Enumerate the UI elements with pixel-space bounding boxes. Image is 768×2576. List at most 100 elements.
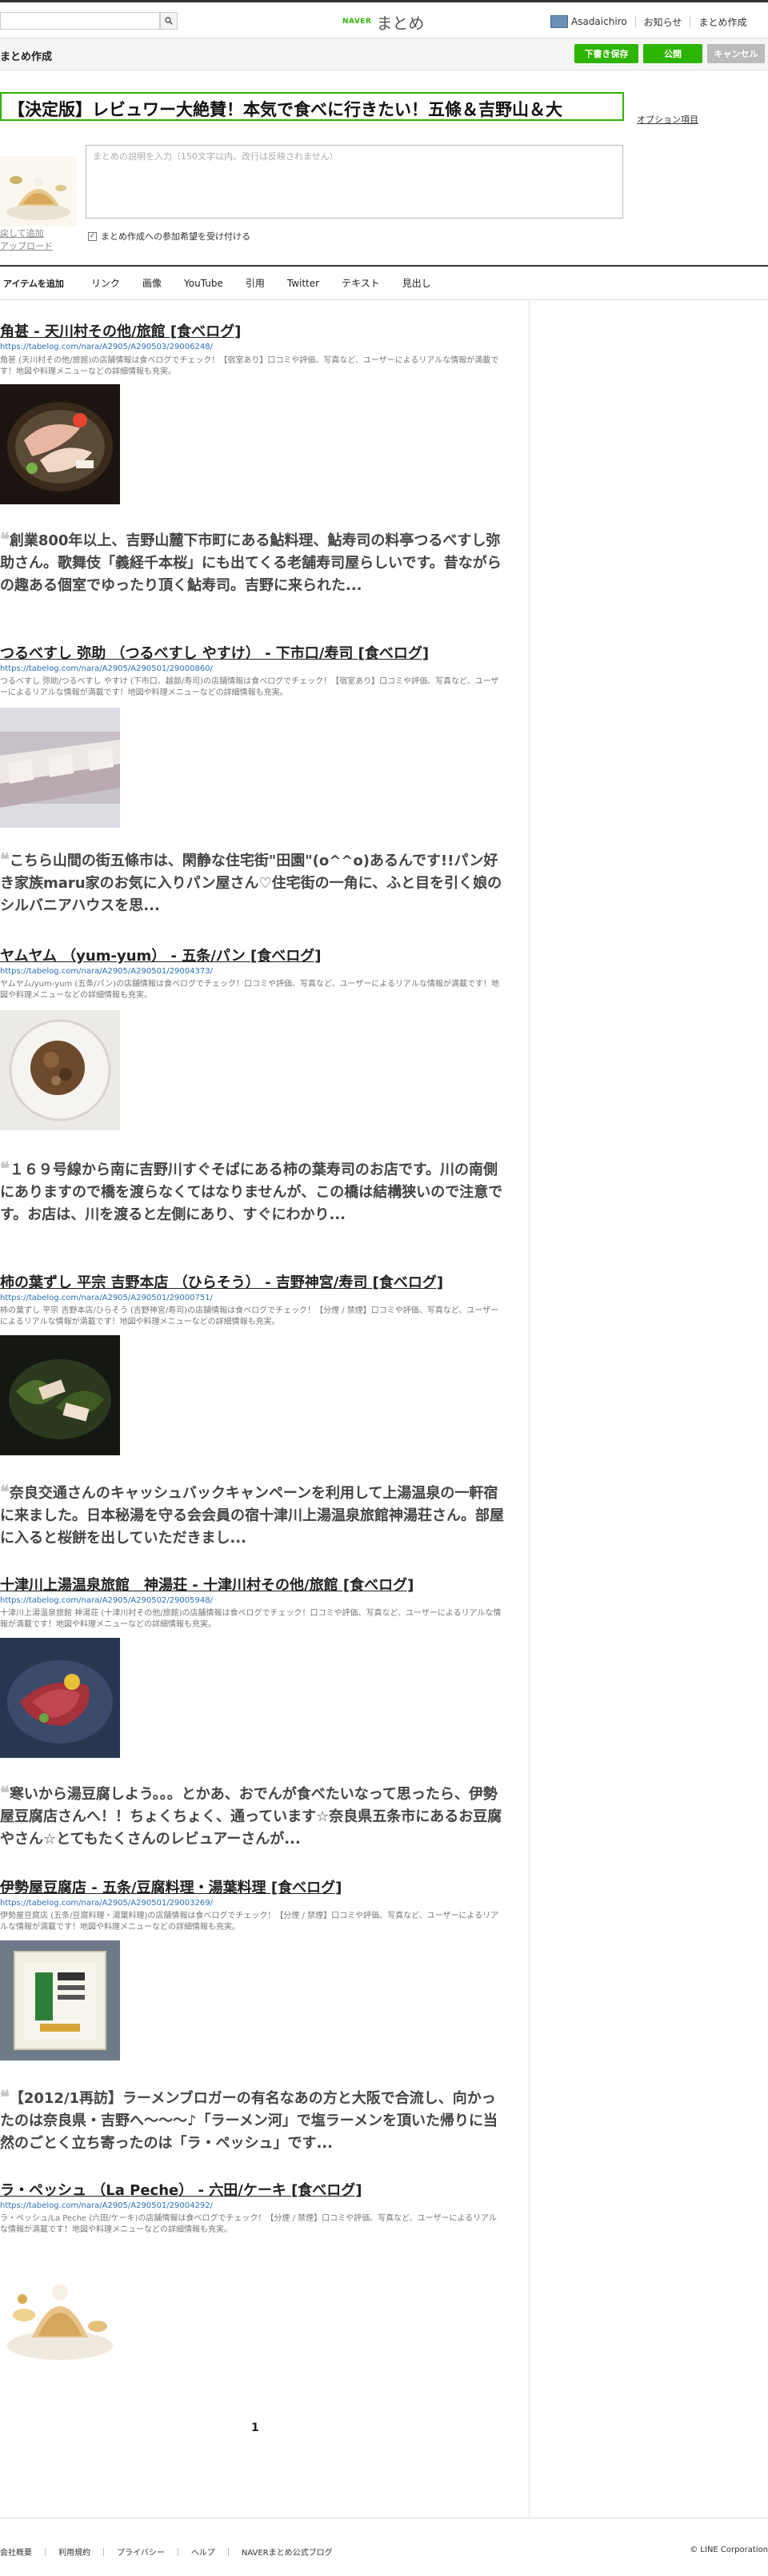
quote-text: １６９号線から南に吉野川すぐそばにある柿の葉寿司のお店です。川の南側にありますの…: [0, 1162, 503, 1223]
link-item-description: 柿の葉ずし 平宗 吉野本店/ひらそう (吉野神宮/寿司)の店舗情報は食べログでチ…: [0, 1306, 499, 1326]
footer-link-help[interactable]: ヘルプ: [191, 2546, 228, 2558]
link-item-url[interactable]: https://tabelog.com/nara/A2905/A290501/2…: [0, 1294, 213, 1302]
link-item-title[interactable]: つるべすし 弥助 （つるべすし やすけ） - 下市口/寿司 [食べログ]: [0, 642, 429, 663]
search-input[interactable]: [0, 12, 160, 30]
footer-link-blog[interactable]: NAVERまとめ公式ブログ: [242, 2546, 346, 2558]
add-image-tool[interactable]: 画像: [142, 276, 162, 290]
thumbnail-revert-link[interactable]: 戻して追加: [0, 227, 53, 240]
link-item-thumbnail[interactable]: [0, 1335, 120, 1455]
link-item-url[interactable]: https://tabelog.com/nara/A2905/A290502/2…: [0, 1596, 213, 1605]
option-items-link[interactable]: オプション項目: [637, 113, 698, 126]
link-item-title[interactable]: ヤムヤム （yum-yum） - 五条/パン [食べログ]: [0, 945, 321, 965]
site-logo[interactable]: NAVER まとめ: [342, 12, 425, 33]
pagination-current-page[interactable]: 1: [251, 2422, 259, 2434]
quote-item: ❝奈良交通さんのキャッシュバックキャンペーンを利用して上湯温泉の一軒宿に来ました…: [0, 1481, 504, 1550]
divider: [45, 2547, 46, 2556]
quote-text: 寒いから湯豆腐しよう。。。とかあ、おでんが食べたいなって思ったら、伊勢屋豆腐店さ…: [0, 1786, 502, 1848]
divider: [227, 2547, 229, 2556]
publish-button[interactable]: 公開: [643, 44, 702, 63]
link-item-description: ヤムヤム/yum-yum (五条/パン)の店舗情報は食べログでチェック！口コミや…: [0, 980, 499, 1000]
bread-photo: [0, 1010, 120, 1130]
description-textarea[interactable]: まとめの説明を入力（150文字以内。改行は反映されません）: [86, 145, 623, 219]
column-divider: [529, 300, 530, 2518]
create-matome-link[interactable]: まとめ作成: [698, 15, 746, 29]
cover-thumbnail[interactable]: [0, 156, 77, 227]
cancel-button[interactable]: キャンセル: [707, 44, 765, 63]
add-link-tool[interactable]: リンク: [91, 276, 120, 290]
quote-text: 奈良交通さんのキャッシュバックキャンペーンを利用して上湯温泉の一軒宿に来ました。…: [0, 1485, 504, 1547]
quote-text: 【2012/1再訪】ラーメンブロガーの有名なあの方と大阪で合流し、向かったのは奈…: [0, 2090, 498, 2152]
thumbnail-actions: 戻して追加 アップロード: [0, 227, 53, 253]
notifications-link[interactable]: お知らせ: [644, 15, 682, 29]
tofu-package-photo: [0, 1940, 120, 2060]
logo-matome: まとめ: [376, 13, 425, 33]
sashimi-photo: [0, 384, 120, 504]
link-item-description: ラ・ペッシュ/La Peche (六田/ケーキ)の店舗情報は食べログでチェック！…: [0, 2214, 498, 2234]
link-item-description: つるべすし 弥助/つるべすし やすけ (下市口、越部/寿司)の店舗情報は食べログ…: [0, 677, 499, 697]
divider: [103, 2547, 104, 2556]
username-link[interactable]: Asadaichiro: [571, 16, 627, 27]
link-item-title[interactable]: 角甚 - 天川村その他/旅館 [食べログ]: [0, 320, 241, 341]
footer-link-privacy[interactable]: プライバシー: [117, 2546, 178, 2558]
link-item-thumbnail[interactable]: [0, 384, 120, 504]
cake-photo: [0, 2251, 120, 2371]
link-item-thumbnail[interactable]: [0, 1010, 120, 1130]
thumbnail-upload-link[interactable]: アップロード: [0, 240, 53, 253]
link-item-thumbnail[interactable]: [0, 2251, 120, 2371]
add-text-tool[interactable]: テキスト: [342, 276, 380, 290]
quote-mark-icon: ❝: [0, 2087, 10, 2108]
quote-item: ❝寒いから湯豆腐しよう。。。とかあ、おでんが食べたいなって思ったら、伊勢屋豆腐店…: [0, 1782, 504, 1851]
link-item-url[interactable]: https://tabelog.com/nara/A2905/A290501/2…: [0, 967, 213, 976]
copyright: © LINE Corporation: [690, 2546, 768, 2554]
matome-title-input[interactable]: 【決定版】レビュワー大絶賛！本気で食べに行きたい！五條＆吉野山＆大: [0, 92, 624, 121]
quote-mark-icon: ❝: [0, 849, 10, 870]
link-item-title[interactable]: 伊勢屋豆腐店 - 五条/豆腐料理・湯葉料理 [食べログ]: [0, 1876, 342, 1897]
link-item-description: 十津川上湯温泉旅館 神湯荘 (十津川村その他/旅館)の店舗情報は食べログでチェッ…: [0, 1609, 502, 1629]
save-draft-button[interactable]: 下書き保存: [574, 44, 638, 63]
link-item-thumbnail[interactable]: [0, 1940, 120, 2060]
user-menu: Asadaichiro お知らせ まとめ作成: [550, 12, 746, 31]
link-item-url[interactable]: https://tabelog.com/nara/A2905/A290501/2…: [0, 1899, 213, 1908]
link-item-url[interactable]: https://tabelog.com/nara/A2905/A290503/2…: [0, 343, 213, 351]
kakinoha-sushi-photo: [0, 1335, 120, 1455]
participation-checkbox[interactable]: ✓: [88, 231, 97, 241]
link-item-title[interactable]: ラ・ペッシュ （La Peche） - 六田/ケーキ [食べログ]: [0, 2179, 362, 2200]
search-icon[interactable]: [160, 12, 178, 30]
quote-text: 創業800年以上、吉野山麓下市町にある鮎料理、鮎寿司の料亭つるべすし弥助さん。歌…: [0, 532, 502, 594]
link-item-thumbnail[interactable]: [0, 708, 120, 828]
add-heading-tool[interactable]: 見出し: [402, 276, 431, 290]
quote-mark-icon: ❝: [0, 529, 10, 550]
link-item-description: 角甚 (天川村その他/旅館)の店舗情報は食べログでチェック！【宿室あり】口コミや…: [0, 356, 499, 376]
add-twitter-tool[interactable]: Twitter: [287, 278, 319, 289]
avatar[interactable]: [550, 15, 568, 28]
quote-mark-icon: ❝: [0, 1158, 10, 1179]
link-item-description: 伊勢屋豆腐店 (五条/豆腐料理・湯葉料理)の店舗情報は食べログでチェック！【分煙…: [0, 1912, 499, 1932]
quote-mark-icon: ❝: [0, 1783, 10, 1804]
quote-item: ❝【2012/1再訪】ラーメンブロガーの有名なあの方と大阪で合流し、向かったのは…: [0, 2086, 504, 2155]
cake-thumbnail-image: [0, 156, 77, 227]
sushi-photo: [0, 708, 120, 828]
link-item-url[interactable]: https://tabelog.com/nara/A2905/A290501/2…: [0, 2201, 213, 2210]
logo-naver: NAVER: [342, 18, 372, 26]
meat-dish-photo: [0, 1638, 120, 1758]
link-item-url[interactable]: https://tabelog.com/nara/A2905/A290501/2…: [0, 664, 213, 673]
participation-label: まとめ作成への参加希望を受け付ける: [101, 231, 250, 242]
quote-text: こちら山間の街五條市は、閑静な住宅街"田園"(o^^o)あるんです!!パン好き家…: [0, 853, 502, 914]
quote-item: ❝創業800年以上、吉野山麓下市町にある鮎料理、鮎寿司の料亭つるべすし弥助さん。…: [0, 528, 504, 597]
top-bar: NAVER まとめ Asadaichiro お知らせ まとめ作成: [0, 0, 768, 38]
add-item-toolbar: アイテムを追加 リンク 画像 YouTube 引用 Twitter テキスト 見…: [0, 265, 768, 300]
quote-item: ❝１６９号線から南に吉野川すぐそばにある柿の葉寿司のお店です。川の南側にあります…: [0, 1158, 504, 1226]
footer-link-company[interactable]: 会社概要: [0, 2546, 45, 2558]
add-item-label: アイテムを追加: [3, 278, 64, 289]
add-quote-tool[interactable]: 引用: [246, 276, 265, 290]
participation-option[interactable]: ✓ まとめ作成への参加希望を受け付ける: [88, 230, 250, 243]
link-item-title[interactable]: 柿の葉ずし 平宗 吉野本店 （ひらそう） - 吉野神宮/寿司 [食べログ]: [0, 1271, 443, 1292]
link-item-title[interactable]: 十津川上湯温泉旅館 神湯荘 - 十津川村その他/旅館 [食べログ]: [0, 1574, 414, 1595]
footer: 会社概要 利用規約 プライバシー ヘルプ NAVERまとめ公式ブログ © LIN…: [0, 2518, 768, 2576]
add-youtube-tool[interactable]: YouTube: [184, 278, 223, 289]
editor-header: まとめ作成 下書き保存 公開 キャンセル: [0, 38, 768, 70]
link-item-thumbnail[interactable]: [0, 1638, 120, 1758]
magnifier-glyph: [165, 17, 173, 25]
quote-mark-icon: ❝: [0, 1482, 10, 1503]
footer-link-terms[interactable]: 利用規約: [58, 2546, 103, 2558]
